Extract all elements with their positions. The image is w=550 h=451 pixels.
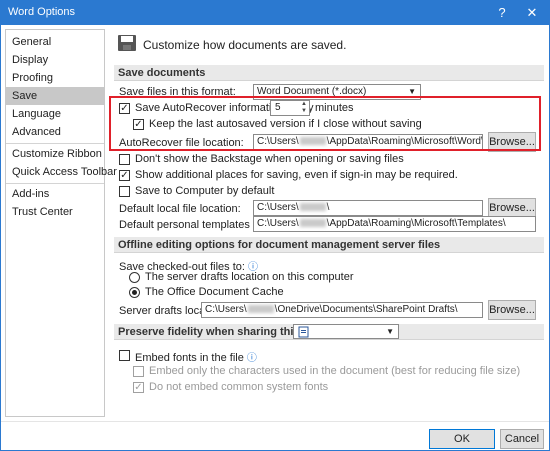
- default-local-location-input[interactable]: C:\Users\ \: [253, 200, 483, 216]
- sidebar-divider: [6, 183, 104, 184]
- embed-only-used-checkbox[interactable]: [133, 366, 144, 377]
- sidebar-item-display[interactable]: Display: [6, 51, 104, 69]
- default-templates-location-input[interactable]: C:\Users\ \AppData\Roaming\Microsoft\Temp…: [253, 216, 536, 232]
- path-suffix: \: [326, 202, 330, 213]
- additional-places-label: Show additional places for saving, even …: [135, 169, 458, 181]
- section-offline-editing: Offline editing options for document man…: [114, 237, 544, 253]
- sidebar-item-language[interactable]: Language: [6, 105, 104, 123]
- office-cache-radio[interactable]: [129, 287, 140, 298]
- embed-only-used-label: Embed only the characters used in the do…: [149, 365, 521, 377]
- page-description: Customize how documents are saved.: [143, 38, 347, 52]
- path-prefix: C:\Users\: [205, 304, 247, 315]
- server-drafts-radio[interactable]: [129, 272, 140, 283]
- section-save-documents: Save documents: [114, 65, 544, 81]
- embed-fonts-label: Embed fonts in the file ⓘ: [135, 349, 257, 364]
- sidebar-item-general[interactable]: General: [6, 33, 104, 51]
- word-document-icon: [298, 326, 309, 338]
- sidebar-item-add-ins[interactable]: Add-ins: [6, 185, 104, 203]
- word-options-dialog: Word Options ? ✕ General Display Proofin…: [0, 0, 550, 451]
- sidebar-item-customize-ribbon[interactable]: Customize Ribbon: [6, 145, 104, 163]
- default-local-location-label: Default local file location:: [119, 203, 241, 215]
- cancel-button[interactable]: Cancel: [500, 429, 544, 449]
- default-local-browse-button[interactable]: Browse...: [488, 198, 536, 218]
- chevron-down-icon: ▼: [386, 327, 394, 336]
- sidebar-item-quick-access-toolbar[interactable]: Quick Access Toolbar: [6, 163, 117, 181]
- redacted-username: [299, 219, 326, 228]
- info-icon: ⓘ: [246, 353, 257, 364]
- sidebar-item-save[interactable]: Save: [6, 87, 104, 105]
- path-suffix: \AppData\Roaming\Microsoft\Templates\: [326, 218, 506, 229]
- sidebar-divider: [6, 143, 104, 144]
- redacted-username: [247, 305, 274, 314]
- additional-places-checkbox[interactable]: ✓: [119, 170, 130, 181]
- redacted-username: [299, 203, 326, 212]
- backstage-label: Don't show the Backstage when opening or…: [135, 153, 404, 165]
- sidebar-item-proofing[interactable]: Proofing: [6, 69, 104, 87]
- server-drafts-location-input[interactable]: C:\Users\ \OneDrive\Documents\SharePoint …: [201, 302, 483, 318]
- server-drafts-option-label: The server drafts location on this compu…: [145, 271, 354, 283]
- save-panel: Customize how documents are saved. Save …: [109, 29, 547, 417]
- sidebar-item-advanced[interactable]: Advanced: [6, 123, 104, 141]
- sidebar: General Display Proofing Save Language A…: [5, 29, 117, 417]
- fidelity-document-dropdown[interactable]: ▼: [293, 324, 399, 339]
- help-icon[interactable]: ?: [487, 1, 517, 25]
- save-to-computer-label: Save to Computer by default: [135, 185, 275, 197]
- path-prefix: C:\Users\: [257, 218, 299, 229]
- path-prefix: C:\Users\: [257, 202, 299, 213]
- backstage-checkbox[interactable]: [119, 154, 130, 165]
- do-not-embed-common-label: Do not embed common system fonts: [149, 381, 329, 393]
- path-suffix: \OneDrive\Documents\SharePoint Drafts\: [274, 304, 458, 315]
- window-title: Word Options: [8, 6, 76, 18]
- title-bar: Word Options ? ✕: [1, 1, 549, 25]
- save-to-computer-checkbox[interactable]: [119, 186, 130, 197]
- radio-selected-dot: [132, 290, 137, 295]
- do-not-embed-common-checkbox[interactable]: ✓: [133, 382, 144, 393]
- footer-divider: [1, 421, 549, 422]
- save-disk-icon: [118, 35, 136, 51]
- server-drafts-browse-button[interactable]: Browse...: [488, 300, 536, 320]
- sidebar-item-trust-center[interactable]: Trust Center: [6, 203, 104, 221]
- ok-button[interactable]: OK: [429, 429, 495, 449]
- autorecover-highlight-box: [109, 96, 541, 151]
- embed-fonts-checkbox[interactable]: [119, 350, 130, 361]
- close-icon[interactable]: ✕: [517, 1, 547, 25]
- embed-fonts-text: Embed fonts in the file: [135, 352, 244, 364]
- office-cache-option-label: The Office Document Cache: [145, 286, 284, 298]
